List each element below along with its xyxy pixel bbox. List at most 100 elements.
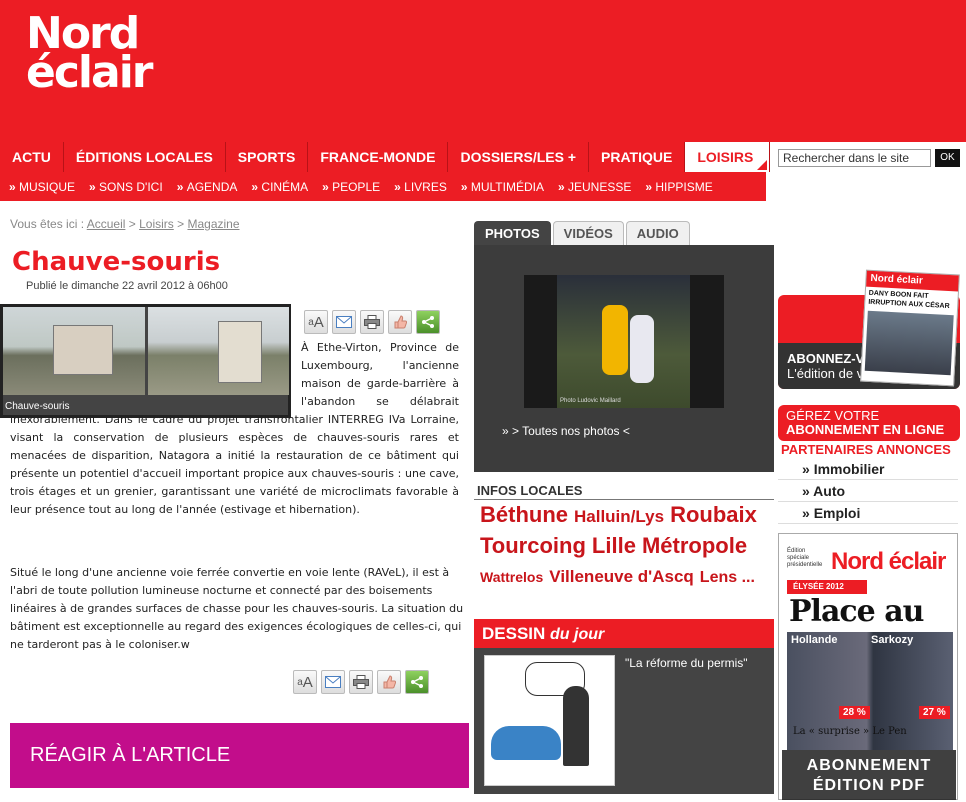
like-icon[interactable] [377,670,401,694]
city-link[interactable]: Lille [592,532,636,560]
article-title: Chauve-souris [12,247,221,277]
partner-label: Emploi [813,505,861,521]
like-icon[interactable] [388,310,412,334]
site-header: Nord éclair [0,0,966,142]
player-yellow [602,305,628,375]
article-body: Situé le long d'une ancienne voie ferrée… [10,566,464,651]
cartoon-image[interactable] [484,655,615,786]
breadcrumb-prefix: Vous êtes ici : [10,217,85,231]
gerez-line-2: ABONNEMENT EN LIGNE [786,422,945,437]
infos-header: INFOS LOCALES [474,482,774,500]
subnav-item-multimedia[interactable]: MULTIMÉDIA [461,180,544,194]
paper-left-name: Hollande [791,634,838,646]
share-icon[interactable] [405,670,429,694]
breadcrumb-accueil[interactable]: Accueil [87,217,126,231]
city-link[interactable]: Wattrelos [480,563,543,591]
city-link[interactable]: Béthune [480,501,568,529]
cartoon-man [563,686,589,766]
article-lead: À Ethe-Virton, Province de Luxembourg, l… [10,339,459,519]
player-white [630,315,654,383]
paper-name: Nord éclair [831,548,946,575]
partner-link-emploi[interactable]: » Emploi [778,502,958,524]
subnav-item-cinema[interactable]: CINÉMA [251,180,308,194]
pdf-line-1: ABONNEMENT [806,757,932,774]
breadcrumb-magazine[interactable]: Magazine [187,217,239,231]
tab-photos[interactable]: PHOTOS [474,221,551,245]
subnav-item-hippisme[interactable]: HIPPISME [645,180,712,194]
photo-credit: Photo Ludovic Maillard [560,398,621,404]
pdf-subscription-band[interactable]: ABONNEMENT ÉDITION PDF [782,750,956,800]
subnav-item-livres[interactable]: LIVRES [394,180,447,194]
print-icon[interactable] [360,310,384,334]
nav-item-editions-locales[interactable]: ÉDITIONS LOCALES [64,142,226,172]
manage-subscription-button[interactable]: GÉREZ VOTRE ABONNEMENT EN LIGNE [778,405,960,441]
font-size-button[interactable]: aA [304,310,328,334]
paper-right-pct: 27 % [919,706,950,719]
dessin-label-2: du jour [550,626,605,643]
city-link[interactable]: Métropole [642,532,747,560]
subnav-item-sons-dici[interactable]: SONS D'ICI [89,180,163,194]
partner-link-immobilier[interactable]: » Immobilier [778,458,958,480]
city-link[interactable]: Halluin/Lys [574,503,664,531]
article-date: Publié le dimanche 22 avril 2012 à 06h00 [26,280,228,292]
breadcrumb: Vous êtes ici : Accueil > Loisirs > Maga… [10,217,240,231]
featured-photo[interactable]: Photo Ludovic Maillard [524,275,724,408]
gerez-line-1: GÉREZ VOTRE [786,408,880,423]
breadcrumb-loisirs[interactable]: Loisirs [139,217,174,231]
tab-videos[interactable]: VIDÉOS [552,221,624,245]
paper-sub: La « surprise » Le Pen [793,726,907,737]
city-links: Béthune Halluin/Lys Roubaix Tourcoing Lille M… [480,501,774,592]
partner-label: Auto [813,483,846,499]
paper-edition: Édition spéciale présidentielle [787,548,823,568]
partners-header: PARTENAIRES ANNONCES [781,442,951,457]
react-article-button[interactable]: RÉAGIR À L'ARTICLE [10,723,469,788]
city-link[interactable]: Lens ... [700,564,755,592]
nav-item-pratique[interactable]: PRATIQUE [589,142,686,172]
nav-item-loisirs[interactable]: LOISIRS [685,142,771,172]
paper-left-pct: 28 % [839,706,870,719]
article-tools-bottom: aA [293,670,429,694]
email-icon[interactable] [332,310,356,334]
share-icon[interactable] [416,310,440,334]
partners-list: » Immobilier » Auto » Emploi [778,458,958,524]
infos-locales: INFOS LOCALES [474,482,774,500]
nav-item-sports[interactable]: SPORTS [226,142,309,172]
mini-paper-photo [864,310,954,376]
search-ok-button[interactable]: OK [935,149,960,167]
email-icon[interactable] [321,670,345,694]
city-link[interactable]: Villeneuve d'Ascq [549,563,694,591]
mini-newspaper[interactable]: Nord éclair DANY BOON FAIT IRRUPTION AUX… [860,269,960,387]
search-input[interactable] [778,149,931,167]
tab-audio[interactable]: AUDIO [625,221,690,245]
partner-label: Immobilier [813,461,885,477]
cartoon-caption[interactable]: "La réforme du permis" [625,656,748,670]
main-nav: ACTU ÉDITIONS LOCALES SPORTS FRANCE-MOND… [0,142,771,172]
city-link[interactable]: Tourcoing [480,532,586,560]
dessin-header: DESSIN du jour [474,619,774,648]
print-icon[interactable] [349,670,373,694]
article-tools-top: aA [304,310,440,334]
paper-banner: ÉLYSÉE 2012 [787,580,867,594]
cartoon-car [491,726,561,760]
all-photos-link[interactable]: » > Toutes nos photos < [502,424,630,438]
nav-item-france-monde[interactable]: FRANCE-MONDE [308,142,449,172]
sub-nav: MUSIQUE SONS D'ICI AGENDA CINÉMA PEOPLE … [0,172,766,201]
nav-item-actu[interactable]: ACTU [0,142,64,172]
pdf-line-2: ÉDITION PDF [812,777,926,794]
font-size-button[interactable]: aA [293,670,317,694]
subnav-item-agenda[interactable]: AGENDA [177,180,238,194]
subnav-item-musique[interactable]: MUSIQUE [9,180,75,194]
subnav-item-jeunesse[interactable]: JEUNESSE [558,180,631,194]
nav-item-dossiers[interactable]: DOSSIERS/LES + [448,142,590,172]
font-big-label: A [313,313,324,331]
city-link[interactable]: Roubaix [670,501,757,529]
paper-right-name: Sarkozy [871,634,914,646]
logo-line-2: éclair [26,47,153,98]
lead-spacer [10,339,301,411]
mini-paper-headline: DANY BOON FAIT IRRUPTION AUX CÉSAR [868,289,950,311]
subnav-item-people[interactable]: PEOPLE [322,180,380,194]
font-big-label: A [302,673,313,691]
partner-link-auto[interactable]: » Auto [778,480,958,502]
site-logo[interactable]: Nord éclair [26,12,153,98]
media-tabs: PHOTOS VIDÉOS AUDIO [474,221,690,245]
